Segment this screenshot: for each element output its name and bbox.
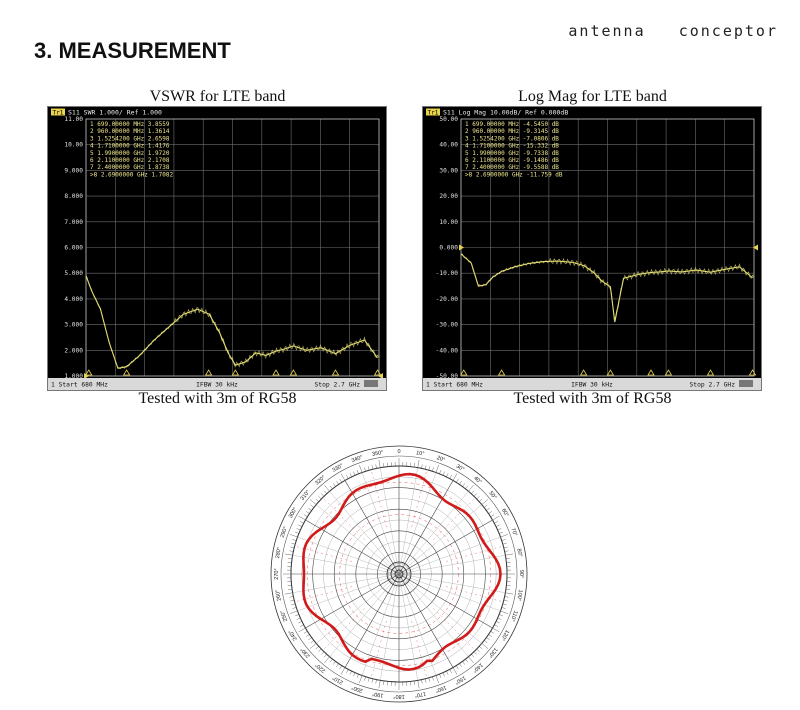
footer-start-label: 1 Start 680 MHz: [51, 382, 108, 389]
y-tick-label: 6.000: [64, 245, 83, 252]
y-tick-label: 40.00: [439, 142, 458, 149]
radiation-pattern-polar-plot: 010°20°30°40°50°60°70°80°90°100°110°120°…: [268, 443, 530, 710]
logmag-chart: Tr1 S11 Log Mag 10.00dB/ Ref 0.000dB50.00…: [423, 107, 761, 390]
logmag-chart-title: Log Mag for LTE band: [425, 88, 760, 106]
y-tick-label: -40.00: [436, 347, 459, 354]
y-tick-label: 2.000: [64, 347, 83, 354]
y-tick-label: 10.00: [64, 142, 83, 149]
y-tick-label: 11.00: [64, 116, 83, 123]
footer-start-label: 1 Start 680 MHz: [426, 382, 483, 389]
brand-logo: antenna conceptor: [568, 22, 778, 40]
marker-readout: 3 1.5254200 GHz -7.0806 dB: [465, 135, 559, 142]
y-tick-label: 0.000: [439, 245, 458, 252]
y-tick-label: 5.000: [64, 270, 83, 277]
marker-readout: 1 699.00000 MHz -4.5450 dB: [465, 121, 559, 128]
angle-label: 270°: [274, 568, 280, 579]
y-tick-label: -30.00: [436, 322, 459, 329]
footer-stop-label: Stop 2.7 GHz: [690, 382, 736, 389]
angle-label: 90°: [518, 570, 524, 578]
y-tick-label: 9.000: [64, 167, 83, 174]
logmag-analyzer-screen: Tr1 S11 Log Mag 10.00dB/ Ref 0.000dB50.00…: [422, 106, 762, 391]
marker-readout: 3 1.5254200 GHz 2.6598: [90, 135, 170, 142]
marker-readout: 7 2.4000000 GHz -9.5588 dB: [465, 164, 559, 171]
marker-readout: 4 1.7100000 GHz -15.332 dB: [465, 143, 559, 150]
y-tick-label: 20.00: [439, 193, 458, 200]
y-tick-label: 8.000: [64, 193, 83, 200]
vswr-chart-title: VSWR for LTE band: [50, 88, 385, 106]
vswr-chart: Tr1S11 SWR 1.000/ Ref 1.00011.0010.009.0…: [48, 107, 386, 390]
y-tick-label: 50.00: [439, 116, 458, 123]
y-tick-label: 3.000: [64, 322, 83, 329]
marker-readout: 1 699.00000 MHz 3.8559: [90, 121, 170, 128]
header-text: S11 Log Mag 10.00dB/ Ref 0.000dB: [443, 109, 568, 117]
footer-indicator: [739, 380, 753, 387]
footer-indicator: [364, 380, 378, 387]
marker-readout: 7 2.4000000 GHz 1.8738: [90, 164, 170, 171]
vswr-chart-caption: Tested with 3m of RG58: [50, 390, 385, 408]
marker-readout: 5 1.9900000 GHz 1.9720: [90, 150, 170, 157]
marker-readout: 2 960.00000 MHz -9.3145 dB: [465, 128, 559, 135]
y-tick-label: 30.00: [439, 167, 458, 174]
angle-label: 180°: [393, 693, 404, 699]
y-tick-label: -10.00: [436, 270, 459, 277]
logmag-chart-caption: Tested with 3m of RG58: [425, 390, 760, 408]
footer-ifbw-label: IFBW 30 kHz: [196, 382, 238, 389]
marker-readout: 5 1.9900000 GHz -9.7338 dB: [465, 150, 559, 157]
marker-readout: >8 2.6900000 GHz 1.7082: [90, 171, 173, 178]
marker-readout: 2 960.00000 MHz 1.3614: [90, 128, 170, 135]
y-tick-label: 10.00: [439, 219, 458, 226]
y-tick-label: -20.00: [436, 296, 459, 303]
y-tick-label: 7.000: [64, 219, 83, 226]
footer-ifbw-label: IFBW 30 kHz: [571, 382, 613, 389]
marker-readout: 6 2.1100000 GHz 2.1708: [90, 157, 170, 164]
channel-label: Tr1: [53, 110, 64, 117]
angle-label: 0: [397, 449, 400, 455]
marker-readout: 6 2.1100000 GHz -9.1486 dB: [465, 157, 559, 164]
marker-readout: >8 2.6900000 GHz -11.759 dB: [465, 171, 563, 178]
vswr-analyzer-screen: Tr1S11 SWR 1.000/ Ref 1.00011.0010.009.0…: [47, 106, 387, 391]
channel-label: Tr1: [428, 110, 439, 117]
polar-plot-svg: 010°20°30°40°50°60°70°80°90°100°110°120°…: [268, 443, 530, 705]
marker-readout: 4 1.7100000 GHz 1.4176: [90, 143, 170, 150]
y-tick-label: 4.000: [64, 296, 83, 303]
footer-stop-label: Stop 2.7 GHz: [315, 382, 361, 389]
section-heading: 3. MEASUREMENT: [34, 38, 231, 64]
